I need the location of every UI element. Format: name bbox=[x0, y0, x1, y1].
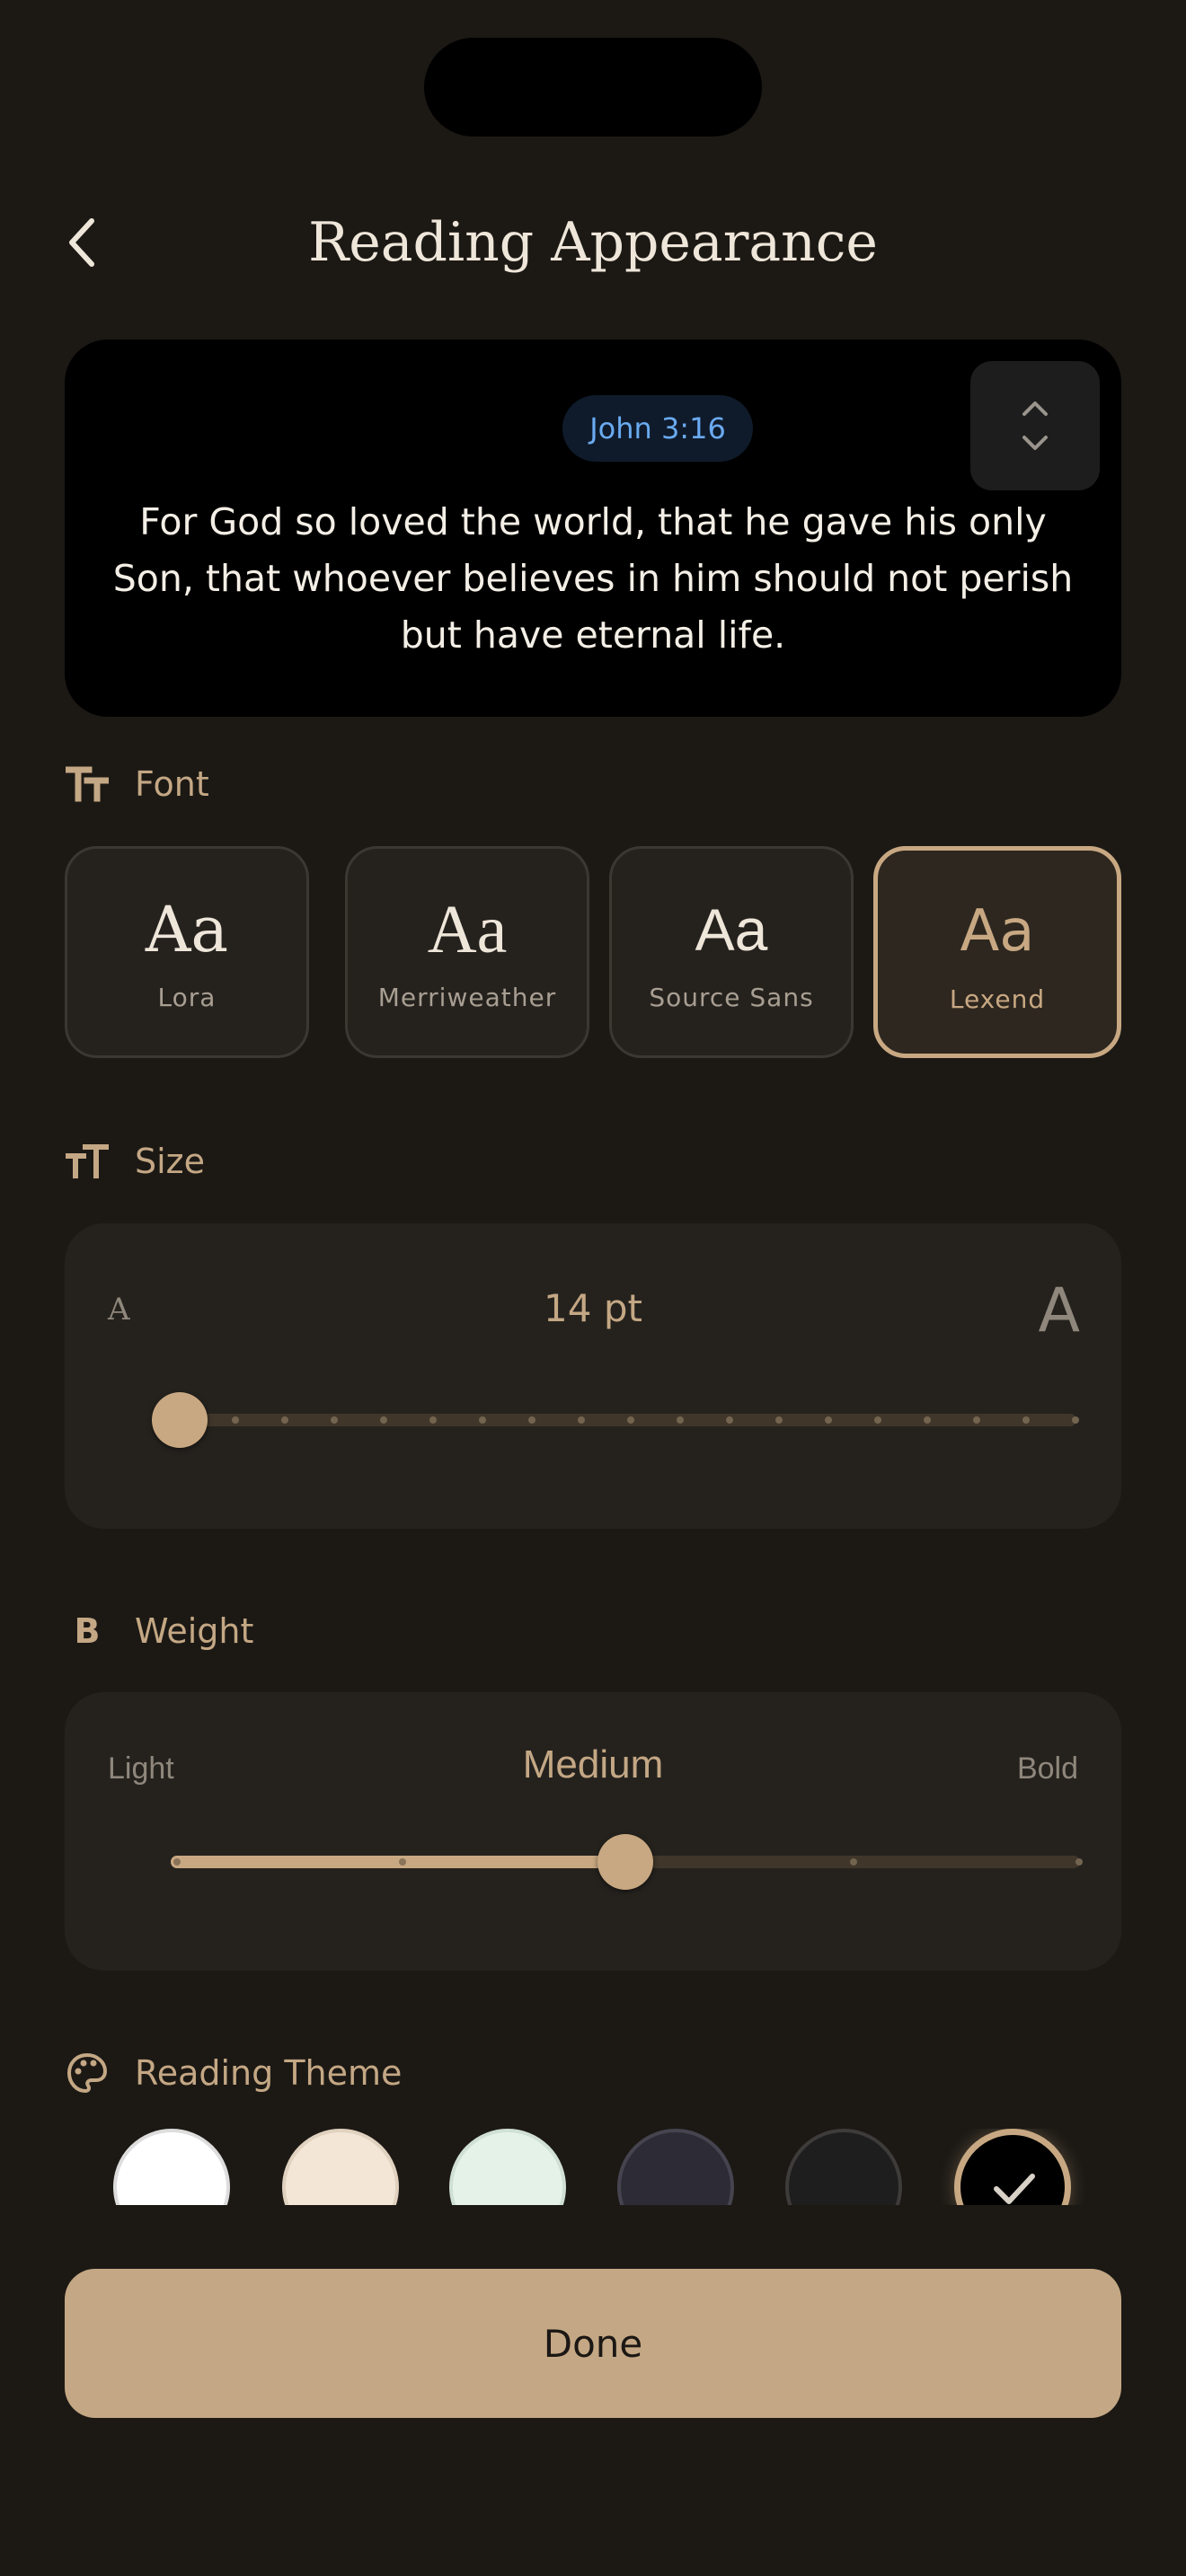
font-sample: Aa bbox=[960, 898, 1035, 965]
text-size-icon bbox=[65, 1139, 110, 1184]
slider-tick bbox=[775, 1416, 783, 1424]
font-name: Lora bbox=[157, 983, 217, 1012]
slider-tick bbox=[380, 1416, 387, 1424]
slider-tick bbox=[825, 1416, 832, 1424]
slider-tick bbox=[232, 1416, 239, 1424]
verse-preview-card: John 3:16 For God so loved the world, th… bbox=[65, 340, 1121, 717]
font-section-header: Font bbox=[65, 757, 209, 811]
theme-section-label: Reading Theme bbox=[135, 2053, 403, 2093]
font-sample: Aa bbox=[145, 893, 229, 966]
page-title: Reading Appearance bbox=[308, 211, 878, 274]
slider-tick bbox=[1075, 1858, 1083, 1866]
slider-tick bbox=[173, 1858, 181, 1866]
size-slider-thumb[interactable] bbox=[152, 1392, 208, 1448]
slider-tick bbox=[1022, 1416, 1030, 1424]
palette-icon bbox=[65, 2051, 110, 2095]
verse-text: For God so loved the world, that he gave… bbox=[112, 500, 1074, 657]
slider-tick bbox=[528, 1416, 535, 1424]
slider-tick bbox=[399, 1858, 406, 1866]
size-slider-track[interactable] bbox=[180, 1414, 1079, 1426]
font-option-merriweather[interactable]: Aa Merriweather bbox=[345, 846, 589, 1058]
font-name: Source Sans bbox=[649, 983, 814, 1012]
theme-swatch-cream[interactable] bbox=[282, 2129, 399, 2205]
theme-swatch-charcoal[interactable] bbox=[785, 2129, 902, 2205]
text-font-icon bbox=[65, 762, 110, 807]
font-sample: Aa bbox=[695, 896, 768, 963]
slider-tick bbox=[429, 1416, 437, 1424]
slider-tick bbox=[850, 1858, 857, 1866]
theme-swatch-white[interactable] bbox=[113, 2129, 230, 2205]
slider-tick bbox=[578, 1416, 585, 1424]
size-section-header: Size bbox=[65, 1134, 205, 1188]
size-value: 14 pt bbox=[544, 1286, 642, 1330]
weight-section-header: B Weight bbox=[65, 1604, 254, 1658]
expand-preview-button[interactable] bbox=[970, 361, 1100, 490]
theme-section-header: Reading Theme bbox=[65, 2046, 402, 2100]
size-panel: A 14 pt A bbox=[65, 1223, 1121, 1529]
slider-fill bbox=[171, 1856, 625, 1868]
font-option-lexend[interactable]: Aa Lexend bbox=[873, 846, 1121, 1058]
slider-tick bbox=[726, 1416, 733, 1424]
theme-swatch-black[interactable] bbox=[954, 2129, 1071, 2205]
checkmark-icon bbox=[994, 2174, 1035, 2204]
slider-tick bbox=[281, 1416, 288, 1424]
theme-swatch-mint[interactable] bbox=[449, 2129, 566, 2205]
slider-tick bbox=[874, 1416, 881, 1424]
font-name: Merriweather bbox=[377, 983, 557, 1012]
font-sample: Aa bbox=[427, 892, 508, 967]
slider-tick bbox=[479, 1416, 486, 1424]
dynamic-island bbox=[424, 38, 762, 137]
done-button[interactable]: Done bbox=[65, 2269, 1121, 2418]
slider-tick bbox=[331, 1416, 338, 1424]
size-max-glyph: A bbox=[1038, 1275, 1080, 1346]
slider-tick bbox=[973, 1416, 980, 1424]
top-bar: Reading Appearance bbox=[0, 180, 1186, 305]
font-option-lora[interactable]: Aa Lora bbox=[65, 846, 309, 1058]
bold-icon: B bbox=[74, 1611, 101, 1651]
size-section-label: Size bbox=[135, 1142, 206, 1181]
font-section-label: Font bbox=[135, 764, 209, 804]
font-name: Lexend bbox=[949, 984, 1046, 1014]
verse-reference-badge: John 3:16 bbox=[562, 395, 753, 462]
chevron-up-down-icon bbox=[1022, 401, 1048, 450]
slider-tick bbox=[1072, 1416, 1079, 1424]
weight-value: Medium bbox=[522, 1742, 664, 1786]
weight-panel: Light Medium Bold bbox=[65, 1692, 1121, 1971]
theme-swatch-slate[interactable] bbox=[617, 2129, 734, 2205]
weight-max-label: Bold bbox=[1016, 1751, 1078, 1786]
weight-slider-thumb[interactable] bbox=[597, 1834, 653, 1890]
weight-section-label: Weight bbox=[135, 1611, 254, 1651]
theme-swatch-row bbox=[65, 2129, 1121, 2205]
slider-tick bbox=[924, 1416, 931, 1424]
slider-tick bbox=[677, 1416, 684, 1424]
slider-tick bbox=[627, 1416, 634, 1424]
font-option-source-sans[interactable]: Aa Source Sans bbox=[609, 846, 854, 1058]
